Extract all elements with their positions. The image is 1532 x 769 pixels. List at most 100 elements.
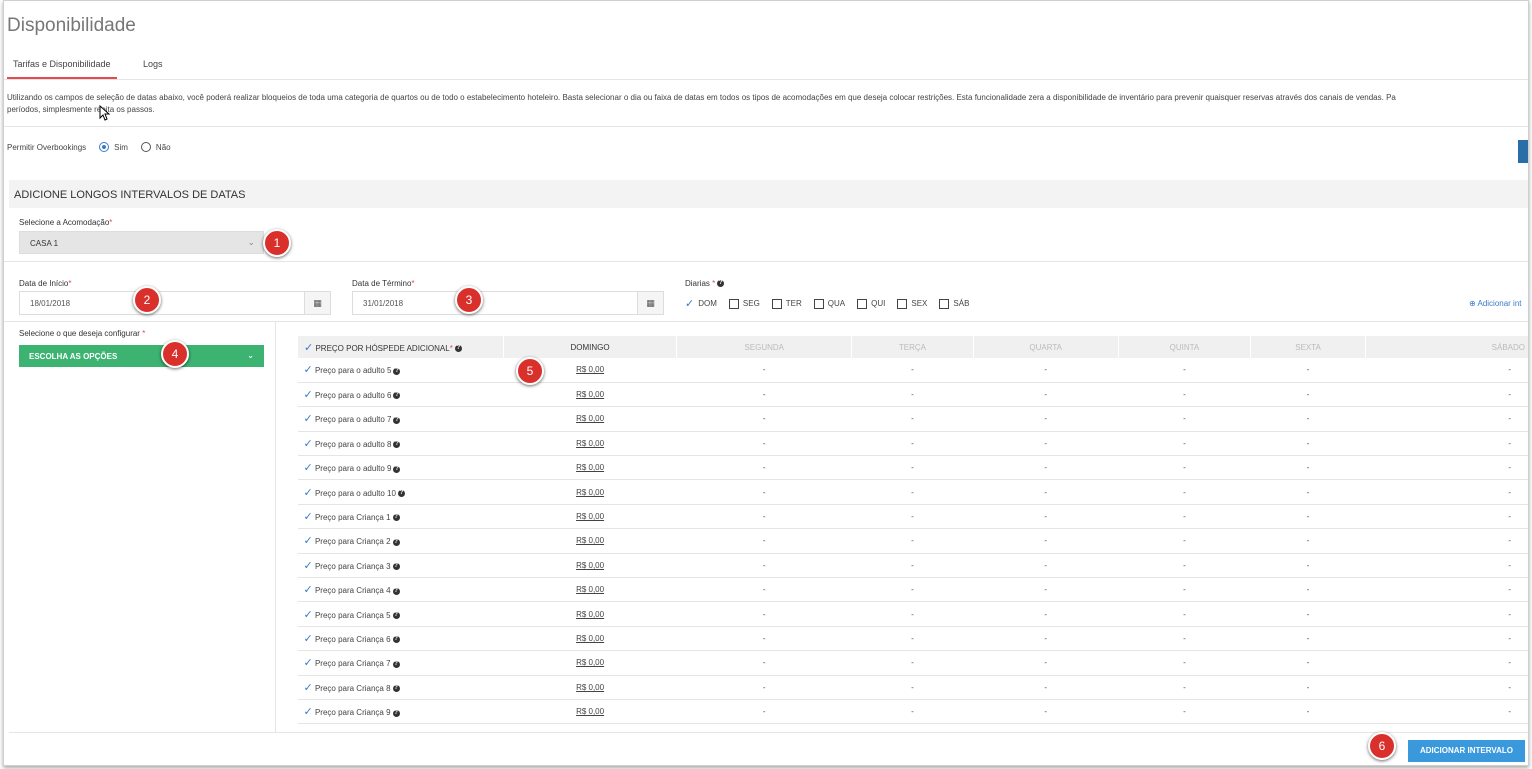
price-domingo[interactable]: R$ 0,00 xyxy=(503,675,677,700)
overbooking-sim-label[interactable]: Sim xyxy=(114,143,128,152)
price-empty: - xyxy=(1118,479,1251,505)
row-label: ✓ Preço para o adulto 8? xyxy=(297,431,504,457)
price-empty: - xyxy=(973,528,1119,554)
price-empty: - xyxy=(1250,699,1366,725)
row-label: ✓ Preço para o adulto 6? xyxy=(297,382,504,408)
start-date-input[interactable]: 18/01/2018 ▦ xyxy=(19,291,331,315)
end-date-input[interactable]: 31/01/2018 ▦ xyxy=(352,291,664,315)
price-domingo[interactable]: R$ 0,00 xyxy=(503,577,677,603)
tab-bar: Tarifas e Disponibilidade Logs xyxy=(4,53,1528,80)
price-domingo[interactable]: R$ 0,00 xyxy=(503,601,677,627)
price-domingo[interactable]: R$ 0,00 xyxy=(503,455,677,481)
day-sab[interactable]: SÁB xyxy=(953,299,969,308)
help-icon: ? xyxy=(392,514,400,522)
check-icon[interactable]: ✓ xyxy=(304,682,313,694)
price-empty: - xyxy=(676,504,852,530)
col-quarta: QUARTA xyxy=(972,336,1119,358)
check-icon[interactable]: ✓ xyxy=(304,511,313,523)
check-icon[interactable]: ✓ xyxy=(304,389,313,401)
side-panel-tab[interactable] xyxy=(1518,140,1528,163)
price-empty: - xyxy=(851,626,974,652)
day-qui-checkbox[interactable] xyxy=(857,298,868,309)
check-icon[interactable]: ✓ xyxy=(304,706,313,718)
price-empty: - xyxy=(1250,358,1366,383)
overbooking-nao-label[interactable]: Não xyxy=(156,143,171,152)
price-empty: - xyxy=(1365,455,1528,481)
day-qua[interactable]: QUA xyxy=(828,299,845,308)
price-empty: - xyxy=(851,431,974,457)
tab-logs[interactable]: Logs xyxy=(137,59,169,79)
price-empty: - xyxy=(851,504,974,530)
price-empty: - xyxy=(1118,504,1251,530)
day-seg-checkbox[interactable] xyxy=(728,298,739,309)
check-icon[interactable]: ✓ xyxy=(304,584,313,596)
price-empty: - xyxy=(676,675,852,700)
price-empty: - xyxy=(973,699,1119,725)
day-sex[interactable]: SEX xyxy=(911,299,927,308)
check-icon[interactable]: ✓ xyxy=(685,297,694,310)
price-domingo[interactable]: R$ 0,00 xyxy=(503,626,677,652)
price-empty: - xyxy=(851,675,974,700)
price-empty: - xyxy=(851,406,974,432)
price-domingo[interactable]: R$ 0,00 xyxy=(503,382,677,408)
price-empty: - xyxy=(676,528,852,554)
price-empty: - xyxy=(1365,601,1528,627)
col-terca: TERÇA xyxy=(851,336,974,358)
price-domingo[interactable]: R$ 0,00 xyxy=(503,431,677,457)
help-icon: ? xyxy=(397,490,405,498)
price-domingo[interactable]: R$ 0,00 xyxy=(503,553,677,579)
add-interval-button[interactable]: ADICIONAR INTERVALO xyxy=(1408,740,1525,762)
check-icon[interactable]: ✓ xyxy=(304,560,313,572)
check-icon[interactable]: ✓ xyxy=(304,633,313,645)
add-interval-link[interactable]: ⊕ Adicionar int xyxy=(1469,299,1522,308)
check-icon[interactable]: ✓ xyxy=(304,364,313,376)
day-sex-checkbox[interactable] xyxy=(897,298,908,309)
overbooking-nao-radio[interactable] xyxy=(140,142,151,152)
price-empty: - xyxy=(851,699,974,725)
calendar-icon[interactable]: ▦ xyxy=(304,292,330,314)
description: Utilizando os campos de seleção de datas… xyxy=(7,92,1528,116)
price-domingo[interactable]: R$ 0,00 xyxy=(503,650,677,676)
price-domingo[interactable]: R$ 0,00 xyxy=(503,479,677,505)
price-empty: - xyxy=(973,504,1119,530)
check-icon[interactable]: ✓ xyxy=(304,535,313,547)
overbooking-sim-radio[interactable] xyxy=(99,142,110,152)
check-icon[interactable]: ✓ xyxy=(304,462,313,474)
price-empty: - xyxy=(1118,699,1251,725)
check-icon[interactable]: ✓ xyxy=(304,438,313,450)
price-domingo[interactable]: R$ 0,00 xyxy=(503,504,677,530)
table-row: ✓ Preço para Criança 6? R$ 0,00- - - - - - xyxy=(297,626,1528,652)
start-date-label: Data de Início* xyxy=(19,279,72,288)
help-icon: ? xyxy=(392,685,400,693)
check-icon[interactable]: ✓ xyxy=(304,657,313,669)
day-dom[interactable]: DOM xyxy=(698,299,717,308)
help-icon: ? xyxy=(392,660,400,668)
price-empty: - xyxy=(973,406,1119,432)
table-row: ✓ Preço para Criança 4? R$ 0,00- - - - - - xyxy=(297,577,1528,603)
accommodation-select[interactable]: CASA 1 ⌄ xyxy=(19,231,264,254)
price-domingo[interactable]: R$ 0,00 xyxy=(503,699,677,725)
day-ter[interactable]: TER xyxy=(786,299,802,308)
table-row: ✓ Preço para o adulto 6? R$ 0,00- - - - - - xyxy=(297,382,1528,408)
check-icon[interactable]: ✓ xyxy=(304,487,313,499)
tab-tarifas[interactable]: Tarifas e Disponibilidade xyxy=(7,59,117,79)
day-sab-checkbox[interactable] xyxy=(939,298,950,309)
day-ter-checkbox[interactable] xyxy=(771,298,782,309)
day-qui[interactable]: QUI xyxy=(871,299,885,308)
check-icon[interactable]: ✓ xyxy=(304,413,313,425)
row-label: ✓ Preço para o adulto 10? xyxy=(297,479,504,505)
price-empty: - xyxy=(1250,479,1366,505)
price-empty: - xyxy=(1365,431,1528,457)
price-domingo[interactable]: R$ 0,00 xyxy=(503,406,677,432)
calendar-icon[interactable]: ▦ xyxy=(637,292,663,314)
day-seg[interactable]: SEG xyxy=(743,299,760,308)
price-domingo[interactable]: R$ 0,00 xyxy=(503,528,677,554)
check-icon[interactable]: ✓ xyxy=(304,609,313,621)
row-label: ✓ Preço para o adulto 7? xyxy=(297,406,504,432)
table-row: ✓ Preço para o adulto 9? R$ 0,00- - - - - - xyxy=(297,455,1528,481)
configure-options-button[interactable]: ESCOLHA AS OPÇÕES ⌄ xyxy=(19,345,264,367)
day-qua-checkbox[interactable] xyxy=(813,298,824,309)
table-row: ✓ Preço para Criança 5? R$ 0,00- - - - - - xyxy=(297,601,1528,627)
help-icon: ? xyxy=(393,465,401,473)
price-empty: - xyxy=(1250,626,1366,652)
